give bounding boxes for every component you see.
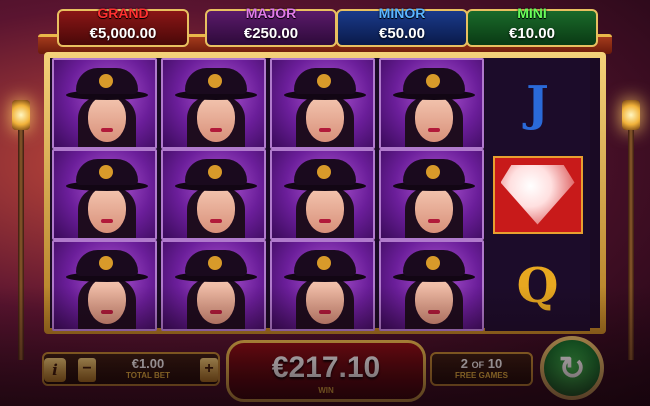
free-games-display: 2 OF 10 FREE GAMES	[430, 352, 533, 386]
dragon-badge-icon	[317, 256, 331, 270]
symbol-lady-in-top-hat	[379, 58, 484, 149]
total-bet-display: €1.00 TOTAL BET	[100, 356, 196, 384]
symbol-lady-in-top-hat	[379, 240, 484, 331]
win-value: €217.10	[271, 351, 381, 384]
total-bet-value: €1.00	[131, 356, 165, 371]
win-display: €217.10 WIN	[226, 340, 426, 402]
symbol-lady-in-top-hat	[270, 149, 375, 240]
symbol-lady-in-top-hat	[161, 58, 266, 149]
total-bet-label: TOTAL BET	[126, 371, 170, 380]
free-games-of: OF	[471, 360, 485, 370]
jackpot-minor: MINOR €50.00	[336, 5, 468, 47]
dragon-badge-icon	[317, 165, 331, 179]
spin-button[interactable]: ↻	[540, 336, 604, 400]
info-button[interactable]: i	[44, 358, 66, 382]
dragon-badge-icon	[426, 74, 440, 88]
jackpot-mini-value: €10.00	[509, 25, 555, 42]
symbol-lady-in-top-hat	[270, 240, 375, 331]
symbol-q: Q	[485, 240, 590, 331]
reel-3	[270, 58, 375, 331]
reel-5: J Q	[485, 58, 590, 331]
symbol-lady-in-top-hat	[52, 149, 157, 240]
win-label: WIN	[318, 386, 334, 395]
dragon-badge-icon	[426, 256, 440, 270]
jackpot-grand-value: €5,000.00	[89, 25, 157, 42]
street-lamp-right	[622, 100, 640, 360]
jackpot-major-title: MAJOR	[245, 5, 297, 21]
slot-game-screen: GRAND €5,000.00 MAJOR €250.00 MINOR €50.…	[0, 0, 650, 406]
free-games-total: 10	[487, 356, 503, 371]
bet-panel	[42, 352, 220, 386]
symbol-lady-in-top-hat	[52, 58, 157, 149]
dragon-badge-icon	[317, 74, 331, 88]
jackpot-mini: MINI €10.00	[466, 5, 598, 47]
decrease-bet-button[interactable]: −	[78, 358, 96, 382]
jackpot-minor-value: €50.00	[379, 25, 425, 42]
jackpot-mini-title: MINI	[517, 5, 547, 21]
symbol-j: J	[485, 58, 590, 149]
street-lamp-left	[12, 100, 30, 360]
symbol-lady-in-top-hat	[161, 149, 266, 240]
symbol-q-letter: Q	[516, 257, 559, 314]
symbol-lady-in-top-hat	[270, 58, 375, 149]
dragon-badge-icon	[208, 165, 222, 179]
dragon-badge-icon	[208, 74, 222, 88]
dragon-badge-icon	[208, 256, 222, 270]
symbol-j-letter: J	[526, 75, 549, 132]
free-games-count: 2 OF 10	[432, 356, 531, 371]
symbol-lady-in-top-hat	[52, 240, 157, 331]
jackpot-minor-title: MINOR	[378, 5, 426, 21]
dragon-badge-icon	[99, 256, 113, 270]
dragon-badge-icon	[99, 74, 113, 88]
reel-2	[161, 58, 266, 331]
reel-1	[52, 58, 157, 331]
symbol-lady-in-top-hat	[161, 240, 266, 331]
refresh-arrows-icon: ↻	[558, 350, 586, 386]
free-games-label: FREE GAMES	[455, 371, 508, 380]
dragon-badge-icon	[426, 165, 440, 179]
increase-bet-button[interactable]: +	[200, 358, 218, 382]
jackpot-grand-title: GRAND	[97, 5, 149, 21]
symbol-diamond	[485, 149, 590, 240]
reel-4	[379, 58, 484, 331]
jackpot-grand: GRAND €5,000.00	[57, 5, 189, 47]
jackpot-major: MAJOR €250.00	[205, 5, 337, 47]
reel-area: J Q	[50, 58, 600, 331]
symbol-lady-in-top-hat	[379, 149, 484, 240]
reel-frame: J Q	[44, 52, 606, 334]
diamond-icon	[492, 155, 583, 234]
free-games-current: 2	[460, 356, 468, 371]
jackpot-major-value: €250.00	[243, 25, 299, 42]
dragon-badge-icon	[99, 165, 113, 179]
